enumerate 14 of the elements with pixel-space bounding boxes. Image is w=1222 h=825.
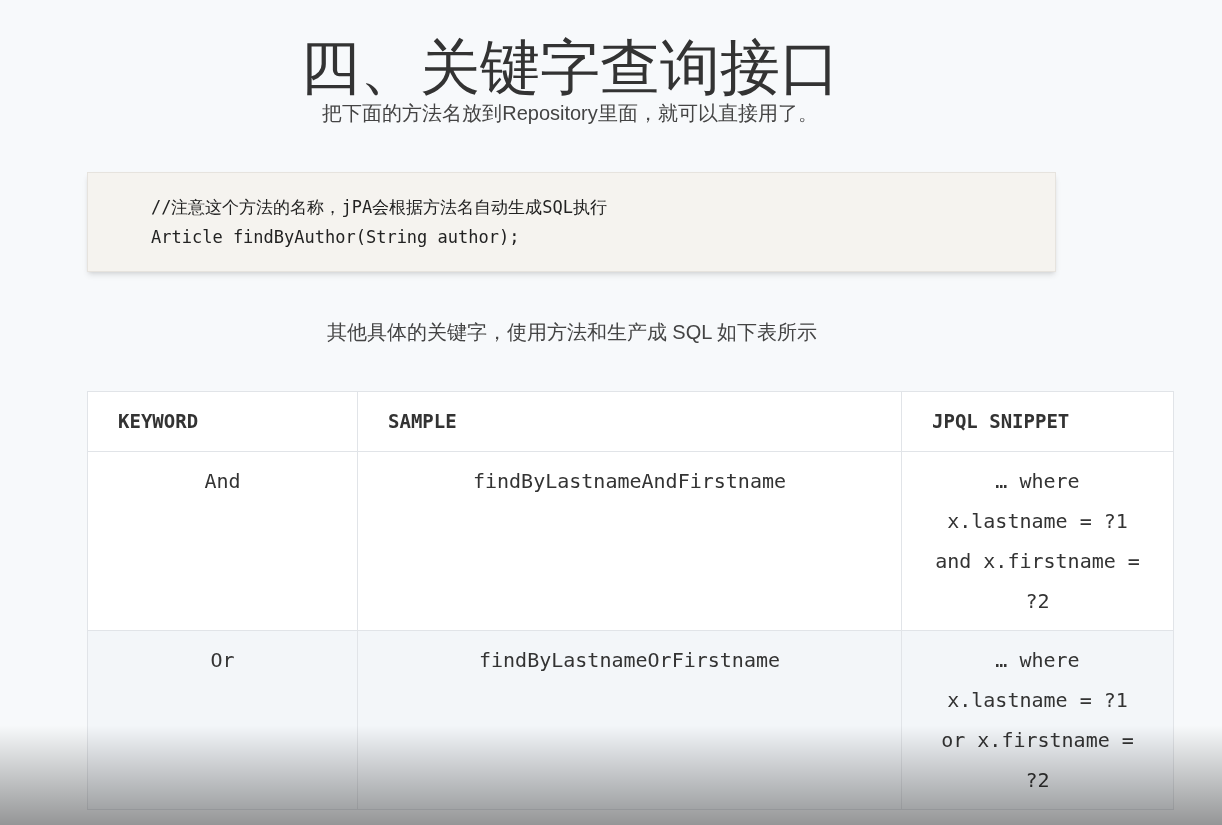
column-header: JPQL SNIPPET <box>901 391 1174 452</box>
subtitle: 把下面的方法名放到Repository里面，就可以直接用了。 <box>322 101 818 126</box>
table-cell: findByLastnameAndFirstname <box>357 451 902 631</box>
table-cell: findByLastnameOrFirstname <box>357 630 902 810</box>
page-title: 四、关键字查询接口 <box>300 34 840 103</box>
table-cell: Or <box>87 630 358 810</box>
table-cell: And <box>87 451 358 631</box>
table-cell: … where x.lastname = ?1 and x.firstname = ?2 <box>901 451 1174 631</box>
table-cell: … where x.lastname = ?1 or x.firstname = ?2 <box>901 630 1174 810</box>
code-line: Article findByAuthor(String author); <box>151 226 521 249</box>
intro-text: 其他具体的关键字，使用方法和生产成 SQL 如下表所示 <box>326 320 818 345</box>
column-header: SAMPLE <box>357 391 902 452</box>
column-header: KEYWORD <box>87 391 358 452</box>
code-line: //注意这个方法的名称，jPA会根据方法名自动生成SQL执行 <box>151 196 608 219</box>
